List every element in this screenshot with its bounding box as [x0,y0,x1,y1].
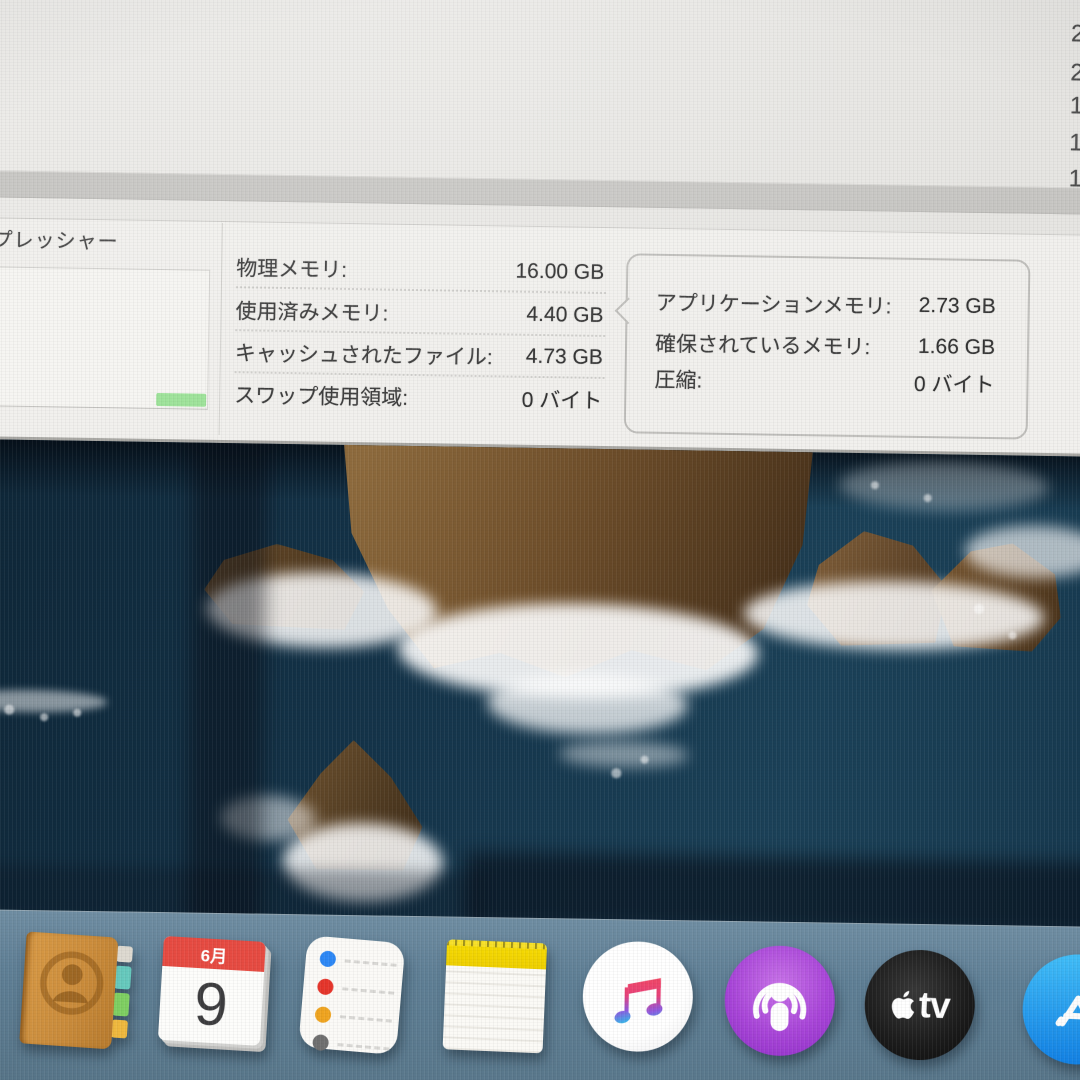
stat-value: 16.00 GB [515,260,604,285]
stat-label: アプリケーションメモリ: [656,287,892,321]
screen-photo: 2 2 1 1 1 プレッシャー 物理メモリ: 16.00 GB 使用済みメモリ… [0,0,1080,1080]
red-dot-icon [317,978,334,995]
contacts-tab [111,1019,128,1038]
dock-item-music[interactable] [582,941,694,1053]
contacts-book-icon [19,931,118,1049]
sea-foam [0,689,108,713]
dock-item-apple-tv[interactable]: tv [864,949,976,1061]
tv-label: tv [918,984,951,1027]
stat-label: 圧縮: [654,364,702,395]
memory-pressure-graph [0,266,210,410]
dock-item-contacts[interactable] [19,931,126,1050]
activity-monitor-window: 2 2 1 1 1 プレッシャー 物理メモリ: 16.00 GB 使用済みメモリ… [0,0,1080,457]
stat-label: 物理メモリ: [236,252,347,284]
stat-row: 圧縮: 0 バイト [654,364,994,399]
tilted-screen: 2 2 1 1 1 プレッシャー 物理メモリ: 16.00 GB 使用済みメモリ… [0,0,1080,1080]
screen-reflection-streak [186,443,269,944]
stat-value: 4.40 GB [526,303,603,328]
reminder-row [314,1006,399,1029]
contacts-tab [114,966,132,990]
memory-pressure-bar [156,393,206,407]
stat-value: 2.73 GB [918,294,995,319]
process-column-value: 2 [1070,59,1080,88]
dock-item-reminders[interactable] [298,935,405,1055]
music-note-icon [601,960,674,1033]
stat-row: 使用済みメモリ: 4.40 GB [235,295,603,331]
calendar-day: 9 [158,966,264,1042]
dock-item-notes[interactable] [443,939,548,1053]
memory-pressure-label: プレッシャー [0,223,119,254]
gray-dot-icon [312,1034,329,1051]
contacts-tab [116,946,133,963]
stat-row: 物理メモリ: 16.00 GB [236,252,604,288]
stat-row: スワップ使用領域: 0 バイト [234,379,602,415]
stat-row: アプリケーションメモリ: 2.73 GB [656,287,996,322]
reminder-row [319,950,404,973]
contacts-tab [112,993,130,1017]
reminder-row [317,978,402,1001]
process-column-value: 2 [1071,20,1080,49]
process-column-value: 1 [1070,92,1080,121]
stat-value: 4.73 GB [526,345,603,370]
process-column-value: 1 [1069,129,1080,158]
stat-value: 0 バイト [521,384,602,415]
sea-foam [558,740,688,768]
stat-value: 0 バイト [914,368,995,399]
stat-label: スワップ使用領域: [234,379,408,412]
blue-dot-icon [319,950,336,967]
desktop-wallpaper [0,439,1080,957]
notes-yellow-band [446,939,547,969]
stat-row: 確保されているメモリ: 1.66 GB [655,328,995,363]
dock-item-calendar[interactable]: 6月 9 [158,936,266,1046]
apple-logo-icon [889,988,917,1020]
orange-dot-icon [314,1006,331,1023]
podcasts-broadcast-icon [742,963,817,1038]
dock-item-podcasts[interactable] [724,945,836,1057]
stat-value: 1.66 GB [918,335,995,360]
dock-item-app-store[interactable] [1022,954,1080,1066]
stat-row: キャッシュされたファイル: 4.73 GB [235,337,603,373]
stat-label: 確保されているメモリ: [655,328,871,361]
horizontal-scrollbar[interactable] [0,170,1080,215]
person-silhouette-icon [20,931,119,1037]
stat-label: キャッシュされたファイル: [235,337,493,371]
app-store-a-icon [1041,973,1080,1046]
stat-label: 使用済みメモリ: [235,295,388,327]
